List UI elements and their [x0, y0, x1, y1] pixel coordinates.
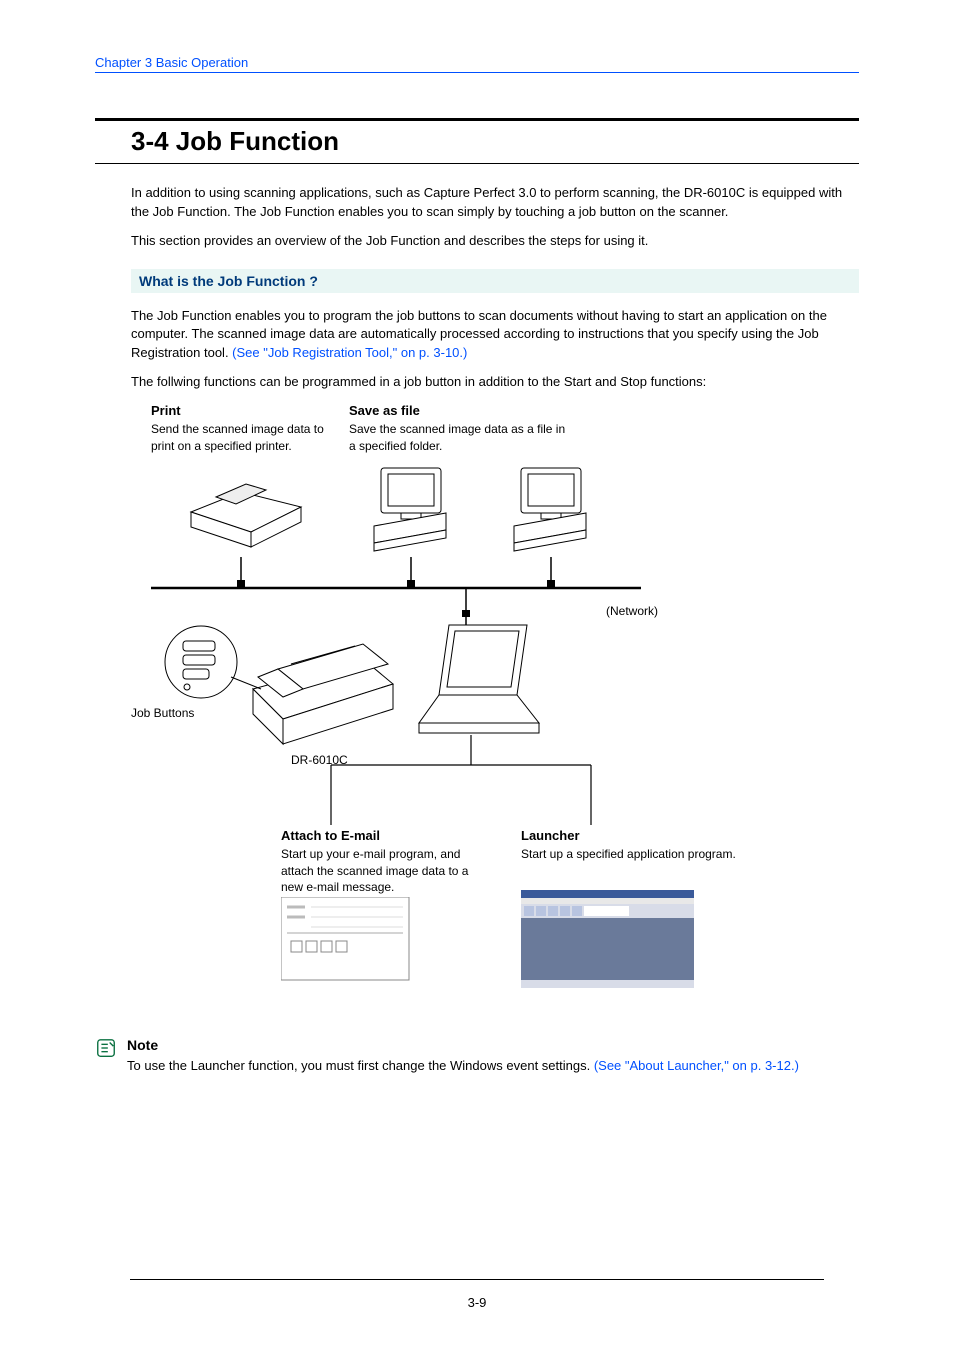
print-title: Print [151, 402, 331, 420]
intro-paragraph-2: This section provides an overview of the… [131, 232, 859, 251]
note-text: To use the Launcher function, you must f… [127, 1058, 594, 1073]
network-text: (Network) [606, 604, 658, 618]
note-block: Note To use the Launcher function, you m… [95, 1037, 859, 1076]
footer-rule [130, 1279, 824, 1280]
job-buttons-text: Job Buttons [131, 706, 194, 720]
content: In addition to using scanning applicatio… [95, 184, 859, 1076]
job-desc-paragraph-2: The follwing functions can be programmed… [131, 373, 859, 392]
save-label: Save as file Save the scanned image data… [349, 402, 569, 454]
diagram: Print Send the scanned image data to pri… [131, 402, 859, 1017]
title-rule-bottom [95, 163, 859, 164]
email-desc: Start up your e-mail program, and attach… [281, 847, 468, 893]
job-desc-paragraph: The Job Function enables you to program … [131, 307, 859, 364]
breadcrumb: Chapter 3 Basic Operation [95, 55, 859, 70]
email-title: Attach to E-mail [281, 827, 481, 845]
note-heading: Note [127, 1037, 799, 1053]
launcher-desc: Start up a specified application program… [521, 847, 736, 861]
top-network-svg [131, 462, 651, 617]
title-rule-top [95, 118, 859, 121]
email-window-icon [281, 897, 411, 982]
bottom-connectors-svg [271, 735, 651, 830]
job-registration-link[interactable]: (See "Job Registration Tool," on p. 3-10… [232, 345, 467, 360]
page-number: 3-9 [0, 1295, 954, 1310]
launcher-title: Launcher [521, 827, 801, 845]
note-body: To use the Launcher function, you must f… [127, 1057, 799, 1076]
intro-paragraph-1: In addition to using scanning applicatio… [131, 184, 859, 222]
page-title: 3-4 Job Function [95, 124, 859, 159]
about-launcher-link[interactable]: (See "About Launcher," on p. 3-12.) [594, 1058, 799, 1073]
email-label: Attach to E-mail Start up your e-mail pr… [281, 827, 481, 895]
save-desc: Save the scanned image data as a file in… [349, 422, 565, 452]
job-buttons-label: Job Buttons [131, 705, 194, 721]
section-heading: What is the Job Function ? [139, 273, 851, 289]
note-icon [95, 1037, 117, 1059]
network-label: (Network) [606, 603, 658, 619]
header-rule [95, 72, 859, 73]
section-heading-band: What is the Job Function ? [131, 269, 859, 293]
save-title: Save as file [349, 402, 569, 420]
print-label: Print Send the scanned image data to pri… [151, 402, 331, 454]
launcher-label: Launcher Start up a specified applicatio… [521, 827, 801, 863]
print-desc: Send the scanned image data to print on … [151, 422, 324, 452]
launcher-window-icon [521, 890, 696, 990]
